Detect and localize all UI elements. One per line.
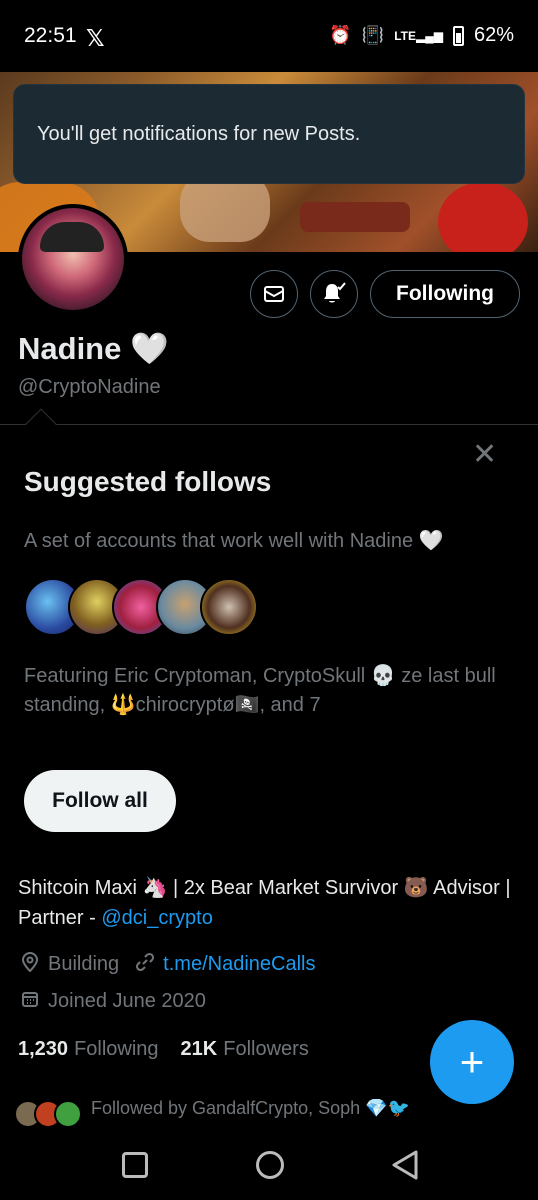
recents-button[interactable] — [122, 1152, 148, 1178]
notification-toast: You'll get notifications for new Posts. — [13, 84, 525, 184]
battery-icon — [452, 25, 464, 46]
banner-decor — [300, 202, 410, 232]
message-button[interactable] — [250, 270, 298, 318]
followers-count[interactable]: 21K Followers — [181, 1038, 309, 1061]
notifications-button[interactable] — [310, 270, 358, 318]
section-divider — [0, 424, 538, 425]
meta-row: Building t.me/NadineCalls — [18, 952, 315, 977]
bio-text: Shitcoin Maxi 🦄 | 2x Bear Market Survivo… — [18, 877, 511, 929]
following-label: Following — [74, 1038, 159, 1060]
follow-counts: 1,230 Following 21K Followers — [18, 1038, 309, 1061]
follow-all-button[interactable]: Follow all — [24, 770, 176, 832]
avatar-decor — [40, 222, 104, 252]
status-time: 22:51 — [24, 24, 77, 47]
alarm-icon: ⏰ — [329, 25, 352, 45]
profile-bio: Shitcoin Maxi 🦄 | 2x Bear Market Survivo… — [18, 873, 518, 933]
location-icon — [18, 952, 42, 977]
profile-link[interactable]: t.me/NadineCalls — [163, 953, 315, 976]
x-logo-icon: 𝕏 — [86, 25, 105, 51]
status-bar: 22:51 𝕏 ⏰ 📳 LTE▂▄▆ 62% — [0, 0, 538, 72]
mail-icon — [264, 286, 284, 302]
followed-by-text: Followed by GandalfCrypto, Soph 💎🐦 — [91, 1098, 410, 1118]
avatar-image — [22, 208, 124, 310]
vibrate-icon: 📳 — [361, 25, 385, 45]
bio-mention-link[interactable]: @dci_crypto — [101, 907, 212, 929]
battery-percent: 62% — [473, 24, 514, 46]
system-nav-bar — [0, 1128, 538, 1200]
joined-text: Joined June 2020 — [48, 990, 206, 1012]
location-text: Building — [48, 953, 120, 975]
avatar[interactable] — [18, 204, 128, 314]
follower-avatar — [54, 1100, 82, 1128]
followers-label: Followers — [223, 1038, 309, 1060]
suggested-avatar[interactable] — [200, 578, 258, 636]
suggested-avatars[interactable] — [24, 578, 258, 636]
bell-check-icon — [324, 282, 346, 303]
home-button[interactable] — [256, 1151, 284, 1179]
lte-signal-icon: LTE▂▄▆ — [394, 28, 443, 43]
toast-message: You'll get notifications for new Posts. — [37, 122, 361, 145]
popover-caret — [25, 408, 57, 440]
suggested-title: Suggested follows — [24, 466, 272, 497]
link-icon — [133, 952, 157, 977]
status-icons: ⏰ 📳 LTE▂▄▆ 62% — [329, 24, 514, 47]
meta-row: Joined June 2020 — [18, 990, 206, 1013]
followed-by[interactable]: Followed by GandalfCrypto, Soph 💎🐦 — [14, 1096, 524, 1128]
close-suggestions-button[interactable]: ✕ — [472, 440, 497, 470]
profile-handle: @CryptoNadine — [18, 376, 161, 398]
followed-by-avatars — [14, 1096, 86, 1128]
suggested-subtitle: A set of accounts that work well with Na… — [24, 530, 444, 552]
suggested-featuring: Featuring Eric Cryptoman, CryptoSkull 💀 … — [24, 665, 496, 716]
following-count[interactable]: 1,230 Following — [18, 1038, 159, 1061]
following-number: 1,230 — [18, 1038, 69, 1060]
banner-decor — [438, 182, 528, 252]
back-button[interactable] — [388, 1148, 422, 1182]
following-button[interactable]: Following — [370, 270, 520, 318]
compose-post-button[interactable]: + — [430, 1020, 514, 1104]
profile-name: Nadine 🤍 — [18, 331, 169, 366]
followers-number: 21K — [180, 1038, 218, 1060]
calendar-icon — [18, 990, 42, 1013]
